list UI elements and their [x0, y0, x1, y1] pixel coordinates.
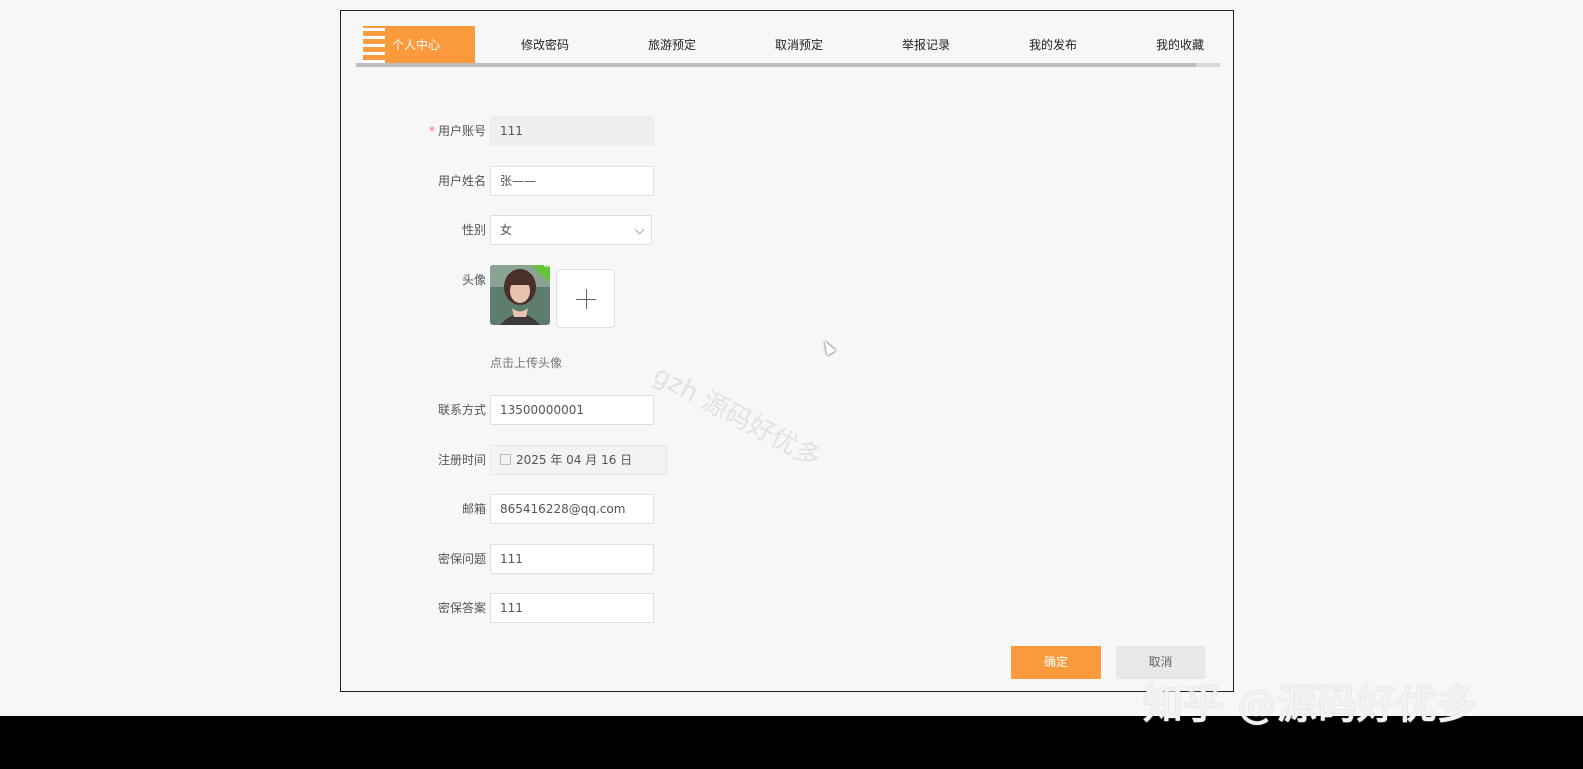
- gender-select[interactable]: 女: [490, 215, 652, 245]
- phone-input[interactable]: 13500000001: [490, 395, 654, 425]
- register-time-input: 2025 年 04 月 16 日: [490, 445, 667, 475]
- form-row-account: * 用户账号 111: [341, 116, 941, 146]
- account-input: 111: [490, 116, 654, 146]
- name-label: 用户姓名: [437, 174, 486, 188]
- account-label-text: 用户账号: [437, 124, 486, 138]
- form-row-security-answer: 密保答案 111: [341, 593, 941, 623]
- email-input[interactable]: 865416228@qq.com: [490, 494, 654, 524]
- profile-form: * 用户账号 111 用户姓名 张—— 性别 女 头像 点击上传头像 联系方式 …: [341, 11, 1233, 691]
- security-question-input[interactable]: 111: [490, 544, 654, 574]
- security-answer-label: 密保答案: [437, 601, 486, 615]
- form-row-phone: 联系方式 13500000001: [341, 395, 941, 425]
- form-row-avatar: 头像: [341, 265, 941, 335]
- security-question-label: 密保问题: [437, 552, 486, 566]
- avatar-label: 头像: [461, 273, 486, 287]
- confirm-button[interactable]: 确定: [1011, 646, 1101, 679]
- email-label: 邮箱: [461, 502, 486, 516]
- profile-panel: 个人中心 修改密码 旅游预定 取消预定 举报记录 我的发布 我的收藏 * 用户账号…: [340, 10, 1234, 692]
- gender-value: 女: [500, 223, 513, 237]
- upload-hint: 点击上传头像: [490, 356, 563, 370]
- form-row-security-question: 密保问题 111: [341, 544, 941, 574]
- register-time-label: 注册时间: [437, 453, 486, 467]
- security-answer-input[interactable]: 111: [490, 593, 654, 623]
- form-row-name: 用户姓名 张——: [341, 166, 941, 196]
- chevron-down-icon: [634, 224, 645, 235]
- brand-watermark: 知乎 @源码好优多: [1143, 682, 1477, 728]
- name-input[interactable]: 张——: [490, 166, 654, 196]
- avatar[interactable]: [490, 265, 550, 325]
- form-row-email: 邮箱 865416228@qq.com: [341, 494, 941, 524]
- phone-label: 联系方式: [437, 403, 486, 417]
- calendar-icon: [500, 454, 511, 465]
- required-mark: *: [428, 124, 435, 138]
- upload-avatar-button[interactable]: [556, 269, 615, 328]
- plus-icon-vertical: [586, 289, 587, 309]
- account-label: * 用户账号: [346, 116, 486, 146]
- gender-label: 性别: [461, 223, 486, 237]
- form-row-register-time: 注册时间 2025 年 04 月 16 日: [341, 445, 941, 475]
- form-row-gender: 性别 女: [341, 215, 941, 245]
- register-time-value: 2025 年 04 月 16 日: [516, 453, 633, 467]
